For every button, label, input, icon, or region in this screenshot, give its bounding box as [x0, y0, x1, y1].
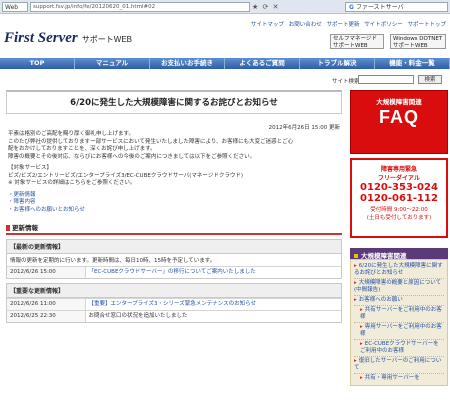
sidebar-heading: 大規模障害関連 — [350, 248, 448, 260]
sidebar-subitem[interactable]: 専用サーバーをご利用中のお客様 — [354, 323, 444, 340]
topnav-sitemap[interactable]: サイトマップ — [251, 22, 284, 28]
site-logo[interactable]: First Server サポートWEB — [4, 30, 132, 47]
row-date: 2012/6/26 11:00 — [7, 298, 86, 311]
important-updates-box: 【重要な更新情報】 2012/6/26 11:00 【重要】エンタープライズ3・… — [6, 283, 342, 323]
topnav-policy[interactable]: サイトポリシー — [364, 22, 403, 28]
selfmanaged-support-link[interactable]: セルフマネージド サポートWEB — [330, 34, 384, 49]
row-link[interactable]: 「EC-CUBEクラウドサーバー」の移行についてご案内いたしました — [85, 266, 341, 278]
anchor-link-outage[interactable]: ・障害内容 — [8, 199, 342, 207]
table-row: 2012/6/26 15:00 「EC-CUBEクラウドサーバー」の移行について… — [7, 266, 341, 278]
browser-toolbar: Web support.fsv.jp/info/fe/20120620_01.h… — [0, 0, 450, 14]
row-link[interactable]: 【重要】エンタープライズ3・シリーズ緊急メンテナンスのお知らせ — [85, 298, 341, 311]
sidebar-item[interactable]: 復旧したサーバーのご利用について — [354, 357, 444, 374]
faq-banner[interactable]: 大規模障害関連 FAQ — [350, 90, 448, 154]
sidebar-subitem[interactable]: 共有・専用サーバーを — [354, 374, 444, 383]
article: 6/20に発生した大規模障害に関するお詫びとお知らせ 2012年6月26日 15… — [6, 90, 342, 412]
sidebar-subitem[interactable]: EC-CUBEクラウドサーバーをご利用中のお客様 — [354, 340, 444, 357]
google-icon: G — [349, 4, 354, 11]
sidebar-item[interactable]: お客様へのお願い — [354, 296, 444, 306]
phone-number-1: 0120-353-024 — [360, 182, 438, 193]
site-search-input[interactable] — [358, 75, 414, 84]
important-updates-head: 【重要な更新情報】 — [7, 284, 341, 298]
site-search: サイト検索 検索 — [330, 74, 448, 86]
top-utility-nav: サイトマップ お問い合わせ サポート更新 サイトポリシー サポートトップ — [248, 20, 446, 28]
nav-manual[interactable]: マニュアル — [75, 58, 150, 69]
updates-heading: 更新情報 — [6, 222, 342, 235]
intro-line: 配をおかけしておりますことを、深くお詫び申し上げます。 — [8, 146, 156, 152]
browser-search-text: ファーストサーバ — [355, 4, 404, 11]
latest-updates-note: 情報の更新を定期的に行います。更新時間は、毎日10時、15時を予定しています。 — [10, 258, 216, 264]
phone-head1: 障害専用緊急 — [380, 166, 417, 173]
service-list: ビズ/ビズ2/エントリービズ/エンタープライズ3/EC-CUBEクラウドサーバ(… — [8, 172, 243, 179]
latest-updates-table: 2012/6/26 15:00 「EC-CUBEクラウドサーバー」の移行について… — [7, 266, 341, 278]
row-date: 2012/6/25 22:30 — [7, 310, 86, 322]
topnav-top[interactable]: サポートトップ — [407, 22, 446, 28]
update-date: 2012年6月26日 15:00 更新 — [268, 125, 340, 131]
table-row: 2012/6/26 11:00 【重要】エンタープライズ3・シリーズ緊急メンテナ… — [7, 298, 341, 311]
phone-head2: フリーダイアル — [378, 175, 420, 182]
topnav-updates[interactable]: サポート更新 — [326, 22, 359, 28]
web-button[interactable]: Web — [2, 2, 28, 12]
intro-line: このたび弊社の提供しておりますー部サービスにおいて発生いたしました障害により、お… — [8, 138, 294, 145]
topnav-contact[interactable]: お問い合わせ — [289, 22, 322, 28]
faq-banner-title: FAQ — [378, 107, 419, 127]
page-title: 6/20に発生した大規模障害に関するお詫びとお知らせ — [6, 90, 342, 114]
nav-payment[interactable]: お支払いお手続き — [150, 58, 225, 69]
service-note[interactable]: ※ 対象サービスの詳細はこちらをご参照ください。 — [8, 180, 342, 188]
sidebar-subitem[interactable]: 共有サーバーをご利用中のお客様 — [354, 306, 444, 323]
nav-faq[interactable]: よくあるご質問 — [225, 58, 300, 69]
phone-hours: 受付時間 9:00～22:00 — [370, 207, 428, 213]
windows-dotnet-support-link[interactable]: Windows DOTNET サポートWEB — [390, 34, 446, 49]
site-search-label: サイト検索 — [332, 79, 360, 85]
nav-top[interactable]: TOP — [0, 58, 75, 69]
browser-icons[interactable]: ★ ⟳ ✕ — [252, 2, 279, 12]
main-nav: TOP マニュアル お支払いお手続き よくあるご質問 トラブル解決 機能・料金一… — [0, 58, 450, 69]
article-body: 平素は格別のご高配を賜り厚く御礼申し上げます。 このたび弊社の提供しておりますー… — [6, 131, 342, 214]
logo-main: First Server — [4, 30, 78, 46]
nav-features[interactable]: 機能・料金一覧 — [375, 58, 450, 69]
site-search-button[interactable]: 検索 — [418, 75, 442, 84]
row-date: 2012/6/26 15:00 — [7, 266, 86, 278]
row-text: お問合せ窓口の状況を追加いたしました — [85, 310, 341, 322]
logo-sub: サポートWEB — [81, 35, 132, 44]
intro-line: 障害の概要とその後対応、ならびにお客様への今後のご案内につきましては以下をご参照… — [8, 153, 256, 160]
sidebar-item[interactable]: 6/20に発生した大規模障害に関するお詫びとお知らせ — [354, 262, 444, 279]
anchor-link-requests[interactable]: ・お客様へのお願いとお知らせ — [8, 207, 342, 215]
table-row: 2012/6/25 22:30 お問合せ窓口の状況を追加いたしました — [7, 310, 341, 322]
browser-search-box[interactable]: G ファーストサーバ — [345, 2, 448, 12]
anchor-link-updates[interactable]: ・更新情報 — [8, 192, 342, 200]
nav-trouble[interactable]: トラブル解決 — [300, 58, 375, 69]
service-heading: 【対象サービス】 — [8, 165, 53, 171]
address-bar[interactable]: support.fsv.jp/info/fe/20120620_01.html#… — [30, 2, 250, 12]
sidebar-list: 6/20に発生した大規模障害に関するお詫びとお知らせ 大規模障害の概要と原因につ… — [350, 259, 448, 386]
emergency-phone-box: 障害専用緊急 フリーダイアル 0120-353-024 0120-061-112… — [350, 158, 448, 238]
phone-hours-note: (土日も受付しております) — [366, 215, 432, 221]
faq-banner-sub: 大規模障害関連 — [376, 98, 422, 106]
sidebar-item[interactable]: 大規模障害の概要と原因について(中間報告) — [354, 279, 444, 296]
sidebar: 大規模障害関連 FAQ 障害専用緊急 フリーダイアル 0120-353-024 … — [350, 90, 448, 412]
important-updates-table: 2012/6/26 11:00 【重要】エンタープライズ3・シリーズ緊急メンテナ… — [7, 298, 341, 322]
latest-updates-head: 【最新の更新情報】 — [7, 240, 341, 254]
phone-number-2: 0120-061-112 — [360, 193, 438, 204]
latest-updates-box: 【最新の更新情報】 情報の更新を定期的に行います。更新時間は、毎日10時、15時… — [6, 239, 342, 279]
intro-line: 平素は格別のご高配を賜り厚く御礼申し上げます。 — [8, 131, 134, 137]
